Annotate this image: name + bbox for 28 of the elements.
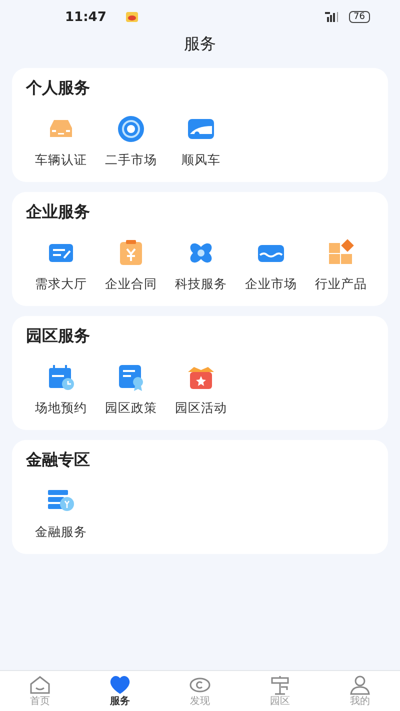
- service-label[interactable]: 企业市场: [245, 276, 297, 292]
- heart-icon[interactable]: [109, 674, 131, 694]
- service-label[interactable]: 行业产品: [315, 276, 367, 292]
- section-title: 个人服务: [26, 78, 91, 98]
- service-label[interactable]: 园区活动: [175, 400, 227, 416]
- person-icon[interactable]: [349, 674, 371, 694]
- notification-icon: [126, 12, 138, 22]
- status-time: 11:47: [65, 10, 106, 24]
- section-title: 金融专区: [26, 450, 91, 470]
- signal-icon: [324, 12, 341, 22]
- service-label[interactable]: 科技服务: [175, 276, 227, 292]
- service-label[interactable]: 园区政策: [105, 400, 157, 416]
- certificate-icon[interactable]: [116, 362, 146, 392]
- page-title: 服务: [183, 34, 217, 54]
- service-label[interactable]: 场地预约: [35, 400, 87, 416]
- home-icon[interactable]: [29, 674, 51, 694]
- service-label[interactable]: 车辆认证: [35, 152, 87, 168]
- service-label[interactable]: 需求大厅: [35, 276, 87, 292]
- section-title: 企业服务: [26, 202, 91, 222]
- service-label[interactable]: 顺风车: [182, 152, 220, 168]
- battery-level: 76: [348, 11, 370, 23]
- service-label[interactable]: 企业合同: [105, 276, 157, 292]
- section-title: 园区服务: [26, 326, 91, 346]
- tab[interactable]: 服务: [80, 671, 160, 711]
- calendar-icon[interactable]: [46, 362, 76, 392]
- service-label[interactable]: 金融服务: [35, 524, 87, 540]
- service-label[interactable]: 二手市场: [105, 152, 157, 168]
- signpost-icon[interactable]: [269, 674, 291, 694]
